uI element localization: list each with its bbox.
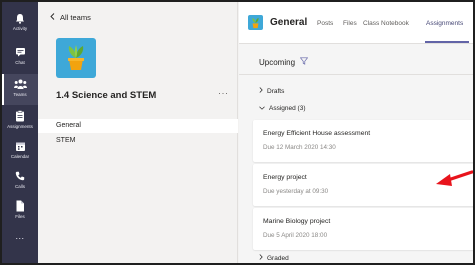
- upcoming-label: Upcoming: [259, 57, 296, 67]
- filter-bar: Upcoming: [239, 45, 473, 75]
- team-small-avatar: [248, 15, 263, 30]
- app-rail: Activity Chat Teams Assignments Calendar: [2, 2, 38, 263]
- phone-icon: [13, 169, 27, 183]
- teams-icon: [13, 77, 27, 91]
- assignment-due-date: Due 12 March 2020 14:30: [263, 144, 336, 151]
- drafts-label: Drafts: [267, 87, 285, 95]
- all-teams-label: All teams: [60, 13, 91, 22]
- tab-class-notebook[interactable]: Class Notebook: [363, 20, 409, 27]
- assignment-title: Energy project: [263, 174, 307, 181]
- file-icon: [13, 199, 27, 213]
- assigned-section-toggle[interactable]: Assigned (3): [259, 105, 306, 112]
- rail-item-calls[interactable]: Calls: [2, 166, 38, 197]
- assignment-card[interactable]: Marine Biology project Due 5 April 2020 …: [253, 208, 473, 250]
- rail-label-calls: Calls: [14, 184, 25, 189]
- rail-label-activity: Activity: [12, 26, 28, 31]
- assignment-card[interactable]: Energy Efficient House assessment Due 12…: [253, 120, 473, 162]
- drafts-section-toggle[interactable]: Drafts: [259, 87, 284, 95]
- chat-icon: [13, 45, 27, 59]
- graded-label: Graded: [267, 254, 289, 262]
- calendar-icon: [13, 139, 27, 153]
- team-avatar: [56, 38, 96, 78]
- rail-item-teams[interactable]: Teams: [2, 74, 38, 105]
- assignment-title: Energy Efficient House assessment: [263, 130, 371, 137]
- chevron-down-icon: [259, 105, 265, 112]
- channel-stem[interactable]: STEM: [38, 134, 238, 148]
- team-panel: All teams 1.4 Science and STEM ··· Gener…: [38, 2, 238, 263]
- team-name: 1.4 Science and STEM: [56, 90, 157, 101]
- rail-item-chat[interactable]: Chat: [2, 42, 38, 73]
- rail-item-assignments[interactable]: Assignments: [2, 106, 38, 137]
- assignment-due-date: Due 5 April 2020 18:00: [263, 232, 328, 239]
- tab-posts[interactable]: Posts: [317, 20, 333, 27]
- rail-item-files[interactable]: Files: [2, 196, 38, 227]
- more-icon: ...: [15, 231, 25, 241]
- assignment-title: Marine Biology project: [263, 218, 331, 225]
- teams-window: Activity Chat Teams Assignments Calendar: [2, 2, 473, 263]
- bell-icon: [13, 11, 27, 25]
- rail-label-assignments: Assignments: [7, 124, 33, 129]
- channel-title: General: [270, 17, 308, 28]
- team-more-options-button[interactable]: ···: [218, 88, 229, 98]
- rail-item-activity[interactable]: Activity: [2, 8, 38, 39]
- plant-icon: [68, 45, 84, 70]
- active-tab-indicator: [425, 41, 469, 43]
- rail-label-files: Files: [15, 214, 25, 219]
- upcoming-filter[interactable]: Upcoming: [259, 57, 309, 67]
- rail-item-calendar[interactable]: Calendar: [2, 136, 38, 167]
- main-pane: General Posts Files Class Notebook Assig…: [239, 2, 473, 263]
- all-teams-link[interactable]: All teams: [50, 13, 91, 22]
- assignment-due-date: Due yesterday at 09:30: [263, 188, 329, 195]
- tab-files[interactable]: Files: [343, 20, 357, 27]
- plant-icon: [252, 17, 259, 28]
- assignments-icon: [13, 109, 27, 123]
- channel-header: General Posts Files Class Notebook Assig…: [239, 2, 473, 44]
- chevron-right-icon: [259, 254, 263, 262]
- assigned-label: Assigned (3): [269, 105, 306, 112]
- filter-icon: [299, 57, 309, 67]
- tab-assignments[interactable]: Assignments: [426, 20, 463, 27]
- red-arrow-annotation: [436, 170, 473, 186]
- chevron-right-icon: [259, 87, 263, 95]
- rail-label-calendar: Calendar: [10, 154, 30, 159]
- rail-label-chat: Chat: [15, 60, 25, 65]
- chevron-left-icon: [50, 13, 55, 22]
- rail-label-teams: Teams: [13, 92, 27, 97]
- channel-general[interactable]: General: [38, 119, 238, 133]
- rail-item-more[interactable]: ...: [2, 228, 38, 259]
- graded-section-toggle[interactable]: Graded: [259, 254, 289, 262]
